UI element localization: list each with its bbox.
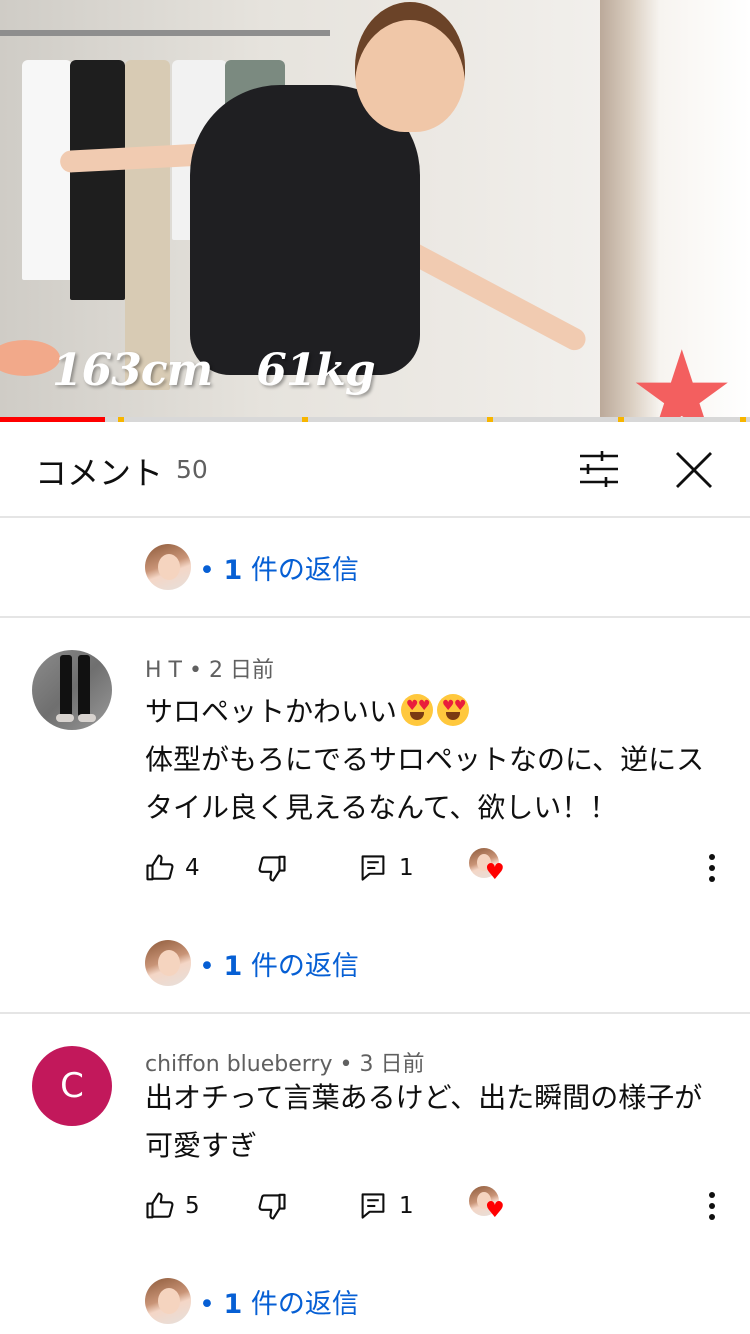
creator-heart: ♥ — [469, 848, 505, 885]
decor-plate — [0, 340, 60, 376]
like-count: 4 — [185, 855, 200, 881]
creator-heart: ♥ — [469, 1186, 505, 1223]
divider — [0, 616, 750, 618]
heart-icon: ♥ — [485, 860, 505, 885]
caption-weight: 61kg — [256, 345, 375, 396]
thumbs-up-icon — [146, 1192, 174, 1219]
heart-icon: ♥ — [485, 1198, 505, 1223]
user-avatar[interactable] — [32, 650, 112, 730]
like-button[interactable]: 5 — [145, 1184, 200, 1228]
replies-text: • 1 件の返信 — [199, 554, 359, 586]
thumbs-down-icon — [258, 855, 286, 882]
replies-text: • 1 件の返信 — [199, 950, 359, 982]
divider — [0, 1012, 750, 1014]
comments-title: コメント — [35, 454, 164, 492]
replies-text: • 1 件の返信 — [199, 1288, 359, 1320]
clothes-rail — [0, 30, 330, 36]
dislike-button[interactable] — [257, 846, 287, 890]
comment-meta: H T • 2 日前 — [145, 658, 274, 683]
caption-height: 163cm — [52, 345, 213, 396]
star-icon: ★ — [628, 326, 736, 423]
comments-count: 50 — [176, 455, 208, 484]
comment-text: 出オチって言葉あるけど、出た瞬間の様子が可愛すぎ — [145, 1081, 703, 1162]
person-head — [355, 2, 465, 132]
comment-author[interactable]: H T — [145, 658, 182, 683]
like-count: 5 — [185, 1193, 200, 1219]
reply-button[interactable]: 1 — [359, 1184, 414, 1228]
creator-avatar — [145, 1278, 191, 1324]
comment-time: 2 日前 — [208, 658, 274, 683]
close-icon[interactable] — [674, 450, 714, 490]
video-player[interactable]: 163cm 61kg ★ — [0, 0, 750, 422]
video-caption: 163cm 61kg — [52, 345, 419, 396]
person-figure — [190, 85, 420, 375]
comment-actions: 4 1 ♥ — [145, 846, 735, 890]
dislike-button[interactable] — [257, 1184, 287, 1228]
creator-avatar — [145, 940, 191, 986]
reply-button[interactable]: 1 — [359, 846, 414, 890]
comment-actions: 5 1 ♥ — [145, 1184, 735, 1228]
thumbs-up-icon — [146, 854, 174, 881]
hanging-cloth — [70, 60, 125, 300]
hanging-cloth — [125, 60, 170, 390]
sort-filter-icon[interactable] — [578, 450, 620, 488]
like-button[interactable]: 4 — [145, 846, 200, 890]
reply-count: 1 — [399, 855, 414, 881]
thumbs-down-icon — [258, 1193, 286, 1220]
more-options-icon[interactable] — [697, 846, 727, 890]
reply-count: 1 — [399, 1193, 414, 1219]
reply-comment-icon — [361, 1193, 385, 1219]
view-replies-link[interactable]: • 1 件の返信 — [145, 542, 359, 592]
view-replies-link[interactable]: • 1 件の返信 — [145, 1276, 359, 1326]
more-options-icon[interactable] — [697, 1184, 727, 1228]
comment-text: サロペットかわいい 体型がもろにでるサロペットなのに、逆にスタイル良く見えるなん… — [145, 688, 725, 832]
view-replies-link[interactable]: • 1 件の返信 — [145, 938, 359, 988]
creator-avatar — [145, 544, 191, 590]
reply-comment-icon — [361, 855, 385, 881]
comments-header: コメント 50 — [0, 422, 750, 518]
user-avatar[interactable]: C — [32, 1046, 112, 1126]
heart-eyes-emoji — [401, 694, 434, 726]
heart-eyes-emoji — [437, 694, 470, 726]
avatar-letter: C — [60, 1066, 84, 1106]
